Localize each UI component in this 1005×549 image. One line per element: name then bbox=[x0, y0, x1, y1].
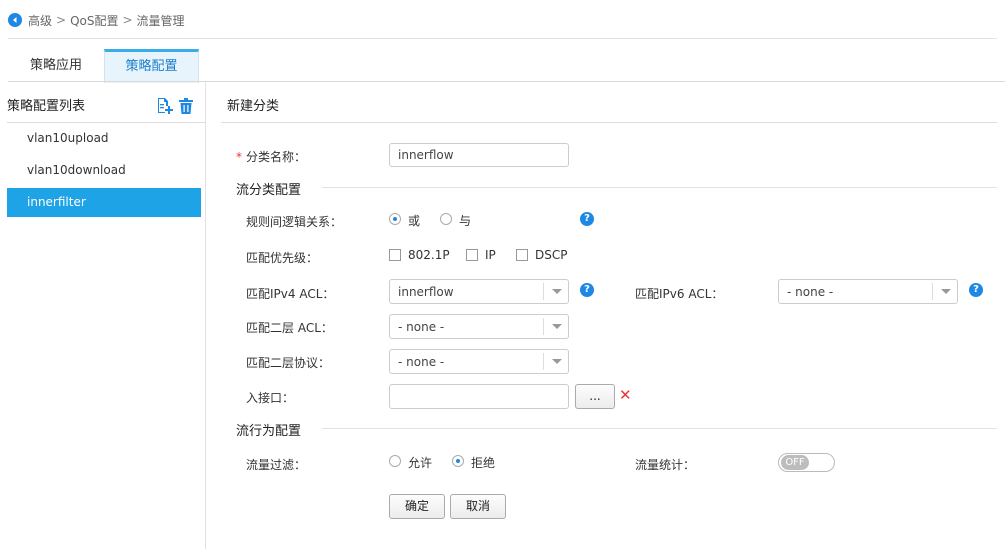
form-title: 新建分类 bbox=[227, 99, 280, 114]
classification-section-title: 流分类配置 bbox=[236, 183, 302, 198]
l2-protocol-select[interactable]: - none - bbox=[389, 349, 569, 374]
ipv6-acl-value: - none - bbox=[787, 285, 834, 299]
logic-or-radio[interactable] bbox=[389, 213, 401, 225]
chevron-down-icon[interactable] bbox=[543, 283, 568, 300]
filter-deny-radio[interactable] bbox=[452, 455, 464, 467]
priority-8021p-label: 802.1P bbox=[408, 248, 450, 262]
filter-deny-label: 拒绝 bbox=[471, 456, 496, 470]
toggle-knob: OFF bbox=[781, 455, 809, 470]
section-divider bbox=[322, 428, 997, 429]
add-file-icon[interactable] bbox=[157, 97, 173, 117]
priority-label: 匹配优先级： bbox=[246, 251, 319, 265]
l2-protocol-label: 匹配二层协议： bbox=[246, 356, 331, 370]
back-arrow-icon[interactable] bbox=[8, 13, 22, 27]
logic-or-label: 或 bbox=[408, 214, 421, 228]
help-icon[interactable]: ? bbox=[580, 212, 594, 226]
ingress-label: 入接口： bbox=[246, 391, 295, 405]
l2-acl-select[interactable]: - none - bbox=[389, 314, 569, 339]
policy-list-title: 策略配置列表 bbox=[7, 99, 86, 114]
help-icon[interactable]: ? bbox=[580, 283, 594, 297]
l2-protocol-value: - none - bbox=[398, 355, 445, 369]
trash-icon[interactable] bbox=[179, 98, 193, 117]
breadcrumb-item-traffic: 流量管理 bbox=[136, 13, 185, 28]
l2-acl-value: - none - bbox=[398, 320, 445, 334]
list-item-innerfilter[interactable]: innerfilter bbox=[7, 188, 201, 217]
chevron-down-icon[interactable] bbox=[932, 283, 957, 300]
list-item-vlan10download[interactable]: vlan10download bbox=[7, 156, 201, 185]
ipv4-acl-select[interactable]: innerflow bbox=[389, 279, 569, 304]
stats-label: 流量统计： bbox=[635, 458, 696, 472]
filter-allow-radio[interactable] bbox=[389, 455, 401, 467]
ipv6-acl-label: 匹配IPv6 ACL： bbox=[635, 287, 724, 301]
priority-ip-label: IP bbox=[485, 248, 496, 262]
divider bbox=[7, 122, 205, 123]
breadcrumb-item-qos[interactable]: QoS配置 bbox=[70, 12, 118, 29]
breadcrumb: 高级 > QoS配置 > 流量管理 bbox=[8, 11, 185, 29]
required-mark: * bbox=[236, 150, 242, 164]
cancel-button[interactable]: 取消 bbox=[450, 494, 506, 519]
chevron-down-icon[interactable] bbox=[543, 353, 568, 370]
stats-toggle[interactable]: OFF bbox=[778, 453, 835, 472]
divider bbox=[8, 38, 997, 39]
ipv6-acl-select[interactable]: - none - bbox=[778, 279, 958, 304]
priority-8021p-checkbox[interactable] bbox=[389, 249, 401, 261]
filter-label: 流量过滤： bbox=[246, 458, 307, 472]
list-item-vlan10upload[interactable]: vlan10upload bbox=[7, 124, 201, 153]
ipv4-acl-value: innerflow bbox=[398, 285, 454, 299]
priority-ip-checkbox[interactable] bbox=[466, 249, 478, 261]
breadcrumb-item-advanced[interactable]: 高级 bbox=[28, 12, 52, 29]
breadcrumb-separator: > bbox=[56, 13, 67, 27]
help-icon[interactable]: ? bbox=[969, 283, 983, 297]
clear-icon[interactable]: ✕ bbox=[619, 386, 632, 404]
ipv4-acl-label: 匹配IPv4 ACL： bbox=[246, 287, 335, 301]
l2-acl-label: 匹配二层 ACL： bbox=[246, 321, 333, 335]
class-name-label-text: 分类名称： bbox=[246, 150, 307, 164]
class-name-label: * 分类名称： bbox=[236, 148, 306, 165]
priority-dscp-label: DSCP bbox=[535, 248, 568, 262]
ingress-input[interactable] bbox=[389, 384, 569, 409]
logic-label: 规则间逻辑关系： bbox=[246, 215, 343, 229]
ok-button[interactable]: 确定 bbox=[389, 494, 445, 519]
logic-and-radio[interactable] bbox=[440, 213, 452, 225]
tab-policy-config[interactable]: 策略配置 bbox=[104, 49, 199, 83]
panel-divider bbox=[205, 82, 206, 549]
filter-allow-label: 允许 bbox=[408, 456, 433, 470]
divider bbox=[221, 122, 997, 123]
behavior-section-title: 流行为配置 bbox=[236, 424, 302, 439]
tab-policy-apply[interactable]: 策略应用 bbox=[8, 51, 104, 80]
browse-button[interactable]: ... bbox=[575, 384, 615, 409]
tab-divider bbox=[8, 81, 1005, 82]
chevron-down-icon[interactable] bbox=[543, 318, 568, 335]
logic-and-label: 与 bbox=[459, 214, 472, 228]
section-divider bbox=[322, 187, 997, 188]
breadcrumb-separator: > bbox=[122, 13, 133, 27]
priority-dscp-checkbox[interactable] bbox=[516, 249, 528, 261]
class-name-input[interactable]: innerflow bbox=[389, 143, 569, 167]
